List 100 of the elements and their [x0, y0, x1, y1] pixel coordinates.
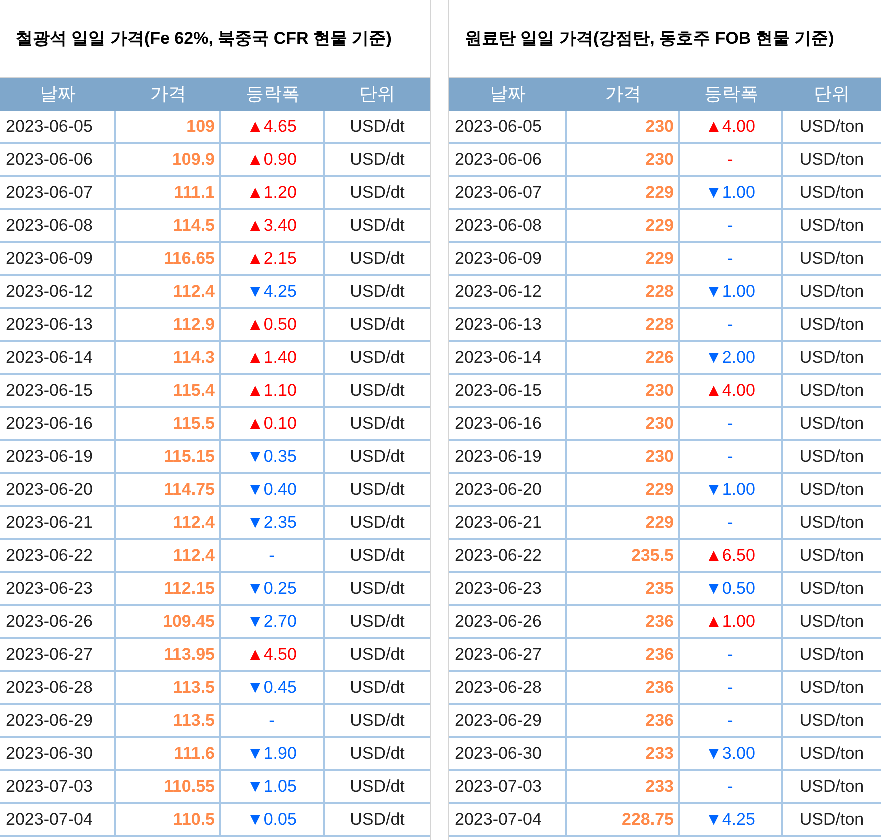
- date-cell: 2023-06-07: [0, 177, 116, 208]
- price-cell: 228.75: [567, 804, 680, 835]
- unit-cell-text: USD/ton: [798, 808, 866, 831]
- price-cell: 236: [567, 606, 680, 637]
- price-cell: 112.4: [116, 540, 221, 571]
- unit-cell-text: USD/ton: [798, 512, 866, 534]
- unit-cell-text: USD/ton: [798, 478, 866, 501]
- date-cell: 2023-06-15: [0, 375, 116, 406]
- unit-cell-text: USD/dt: [349, 610, 406, 633]
- date-cell: 2023-06-21: [0, 507, 116, 538]
- unit-cell-text: USD/ton: [798, 116, 866, 138]
- change-cell: ▲3.40: [221, 210, 325, 241]
- date-cell: 2023-06-26: [449, 606, 567, 637]
- price-cell: 235.5: [567, 540, 680, 571]
- change-cell: -: [680, 639, 783, 670]
- change-cell: ▲1.00: [680, 606, 783, 637]
- date-cell: 2023-06-20: [449, 474, 567, 505]
- date-cell: 2023-06-21: [449, 507, 567, 538]
- price-cell: 110.55: [116, 771, 221, 802]
- date-cell: 2023-06-19: [449, 441, 567, 472]
- price-cell: 228: [567, 276, 680, 307]
- unit-cell-text: USD/ton: [798, 214, 866, 237]
- unit-cell-text: USD/dt: [349, 544, 406, 567]
- column-header: 가격: [604, 83, 642, 106]
- unit-cell-text: USD/ton: [798, 314, 866, 336]
- date-cell: 2023-06-30: [0, 738, 116, 769]
- unit-cell-text: USD/ton: [798, 148, 866, 171]
- price-cell: 228: [567, 309, 680, 340]
- column-header: 등락폭: [245, 83, 301, 106]
- price-cell: 115.15: [116, 441, 221, 472]
- change-cell: ▲0.50: [221, 309, 325, 340]
- price-cell: 226: [567, 342, 680, 373]
- date-cell: 2023-06-16: [449, 408, 567, 439]
- change-cell: -: [680, 243, 783, 274]
- date-cell: 2023-06-12: [0, 276, 116, 307]
- price-cell: 111.6: [116, 738, 221, 769]
- unit-cell-text: USD/dt: [349, 710, 406, 732]
- unit-cell-text: USD/ton: [798, 346, 866, 369]
- price-cell: 112.15: [116, 573, 221, 604]
- change-cell: ▼1.00: [680, 177, 783, 208]
- price-cell: 229: [567, 243, 680, 274]
- column-header: 단위: [813, 83, 851, 106]
- price-cell: 115.5: [116, 408, 221, 439]
- date-cell: 2023-06-23: [449, 573, 567, 604]
- unit-cell-text: USD/ton: [798, 412, 866, 435]
- column-header: 가격: [150, 83, 188, 106]
- price-cell: 230: [567, 144, 680, 175]
- unit-cell-text: USD/dt: [349, 116, 406, 138]
- change-cell: ▼0.40: [221, 474, 325, 505]
- date-cell: 2023-06-19: [0, 441, 116, 472]
- change-cell: ▲1.10: [221, 375, 325, 406]
- price-cell: 114.3: [116, 342, 221, 373]
- change-cell: ▲4.00: [680, 375, 783, 406]
- date-cell: 2023-07-04: [0, 804, 116, 835]
- change-cell: ▼0.50: [680, 573, 783, 604]
- price-cell: 233: [567, 738, 680, 769]
- change-cell: -: [680, 408, 783, 439]
- change-cell: ▲4.65: [221, 111, 325, 142]
- date-cell: 2023-06-06: [449, 144, 567, 175]
- unit-cell-text: USD/dt: [349, 512, 406, 534]
- price-cell: 230: [567, 375, 680, 406]
- date-cell: 2023-06-09: [449, 243, 567, 274]
- unit-cell-text: USD/dt: [349, 314, 406, 336]
- unit-cell-text: USD/dt: [349, 346, 406, 369]
- change-cell: ▼1.05: [221, 771, 325, 802]
- price-cell: 229: [567, 210, 680, 241]
- change-cell: ▲0.10: [221, 408, 325, 439]
- date-cell: 2023-06-30: [449, 738, 567, 769]
- change-cell: ▲1.40: [221, 342, 325, 373]
- price-cell: 236: [567, 672, 680, 703]
- unit-cell-text: USD/ton: [798, 446, 866, 468]
- date-cell: 2023-07-04: [449, 804, 567, 835]
- unit-cell-text: USD/ton: [798, 544, 866, 567]
- change-cell: -: [680, 672, 783, 703]
- change-cell: ▼4.25: [221, 276, 325, 307]
- unit-cell-text: USD/ton: [798, 380, 866, 402]
- change-cell: ▼4.25: [680, 804, 783, 835]
- change-cell: -: [221, 705, 325, 736]
- change-cell: ▲0.90: [221, 144, 325, 175]
- date-cell: 2023-06-27: [0, 639, 116, 670]
- unit-cell-text: USD/dt: [349, 676, 406, 699]
- date-cell: 2023-06-08: [449, 210, 567, 241]
- unit-cell-text: USD/ton: [798, 710, 866, 732]
- change-cell: -: [680, 144, 783, 175]
- date-cell: 2023-06-28: [0, 672, 116, 703]
- price-cell: 116.65: [116, 243, 221, 274]
- unit-cell-text: USD/ton: [798, 248, 866, 270]
- change-cell: ▼0.05: [221, 804, 325, 835]
- price-cell: 109: [116, 111, 221, 142]
- price-cell: 113.5: [116, 672, 221, 703]
- unit-cell-text: USD/dt: [349, 148, 406, 171]
- date-cell: 2023-06-06: [0, 144, 116, 175]
- date-cell: 2023-06-27: [449, 639, 567, 670]
- price-cell: 229: [567, 474, 680, 505]
- price-cell: 235: [567, 573, 680, 604]
- change-cell: -: [680, 507, 783, 538]
- date-cell: 2023-06-22: [0, 540, 116, 571]
- change-cell: -: [221, 540, 325, 571]
- price-cell: 230: [567, 111, 680, 142]
- unit-cell-text: USD/dt: [349, 214, 406, 237]
